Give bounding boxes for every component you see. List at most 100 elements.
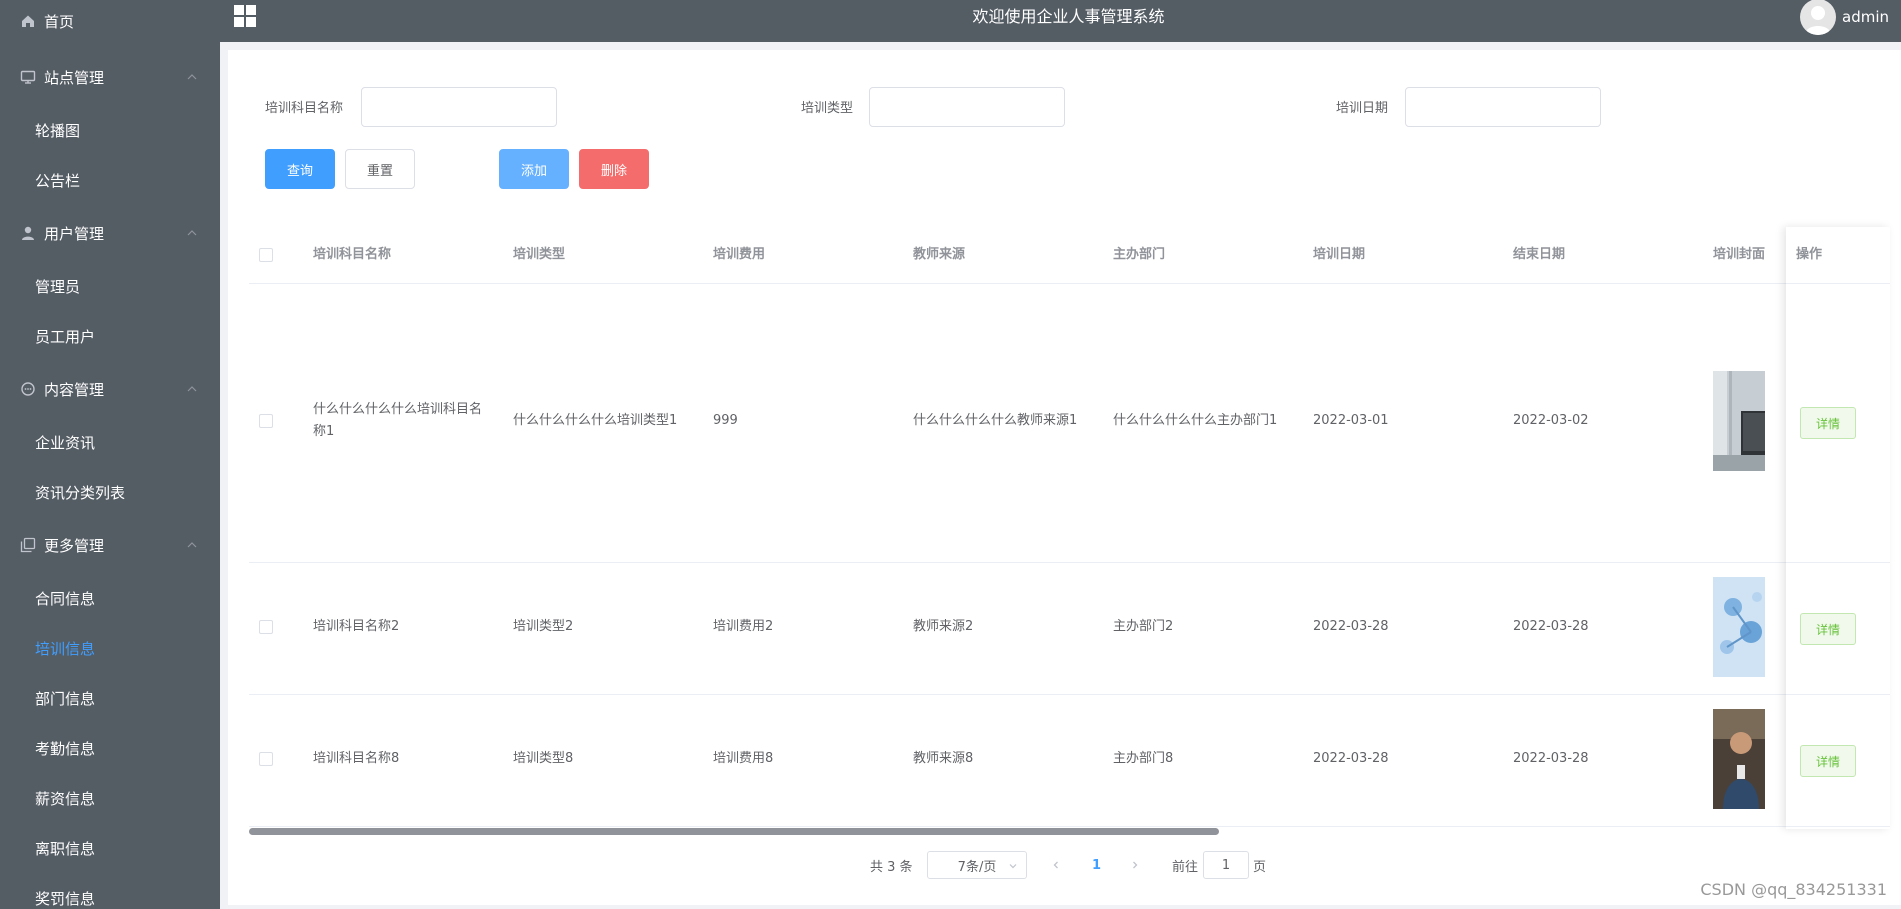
search-name-input[interactable] (361, 87, 557, 127)
column-header[interactable]: 主办部门 (1113, 227, 1165, 283)
sidebar-item-department[interactable]: 部门信息 (0, 673, 220, 723)
detail-button[interactable]: 详情 (1800, 745, 1856, 777)
column-header[interactable]: 教师来源 (913, 227, 965, 283)
cell-fee: 999 (713, 413, 738, 428)
chevron-down-icon (1009, 864, 1017, 869)
row-checkbox[interactable] (259, 620, 273, 634)
cell-fee: 培训费用2 (713, 619, 774, 634)
sidebar-item-news-category[interactable]: 资讯分类列表 (0, 467, 220, 517)
sidebar-item-label: 考勤信息 (35, 739, 96, 758)
copy-icon (20, 537, 36, 553)
column-header[interactable]: 培训类型 (513, 227, 565, 283)
cell-start-date: 2022-03-01 (1313, 413, 1389, 428)
prev-page-icon[interactable] (1051, 860, 1061, 870)
user-menu[interactable]: admin (1800, 0, 1889, 35)
delete-button[interactable]: 删除 (579, 149, 649, 189)
cell-type: 培训类型8 (513, 751, 574, 766)
sidebar-item-admin[interactable]: 管理员 (0, 261, 220, 311)
search-date-input[interactable] (1405, 87, 1601, 127)
row-divider (249, 283, 1890, 284)
cell-fee: 培训费用8 (713, 751, 774, 766)
cell-type: 培训类型2 (513, 619, 574, 634)
column-header: 操作 (1796, 247, 1823, 262)
sidebar-item-training[interactable]: 培训信息 (0, 623, 220, 673)
cell-teacher: 教师来源8 (913, 751, 974, 766)
cell-name: 培训科目名称8 (313, 751, 400, 766)
sidebar-item-label: 培训信息 (35, 639, 96, 658)
sidebar-item-label: 部门信息 (35, 689, 96, 708)
column-header[interactable]: 培训封面 (1713, 227, 1765, 283)
detail-button[interactable]: 详情 (1800, 613, 1856, 645)
column-header[interactable]: 培训科目名称 (313, 227, 391, 283)
sidebar-item-label: 员工用户 (35, 327, 96, 346)
horizontal-scrollbar[interactable] (249, 828, 1219, 835)
page-size-value: 7条/页 (957, 859, 997, 875)
row-checkbox[interactable] (259, 752, 273, 766)
sidebar-item-carousel[interactable]: 轮播图 (0, 105, 220, 155)
chat-icon (20, 381, 36, 397)
search-type-label: 培训类型 (801, 101, 854, 116)
top-bar: 欢迎使用企业人事管理系统 admin (220, 0, 1901, 42)
sidebar-item-label: 站点管理 (44, 68, 105, 87)
row-divider (249, 562, 1890, 563)
goto-label: 前往 (1172, 859, 1199, 875)
cell-start-date: 2022-03-28 (1313, 619, 1389, 634)
action-column: 操作 详情 详情 详情 (1786, 227, 1890, 829)
cell-name: 什么什么什么什么培训科目名称1 (313, 402, 483, 439)
column-header[interactable]: 结束日期 (1513, 227, 1565, 283)
cell-type: 什么什么什么什么培训类型1 (513, 413, 678, 428)
add-button[interactable]: 添加 (499, 149, 569, 189)
sidebar-item-salary[interactable]: 薪资信息 (0, 773, 220, 823)
cover-image (1713, 371, 1765, 471)
row-divider (249, 826, 1890, 827)
sidebar-item-label: 管理员 (35, 277, 81, 296)
pagination-total: 共 3 条 (870, 859, 913, 875)
sidebar-item-label: 薪资信息 (35, 789, 96, 808)
sidebar-item-reward-penalty[interactable]: 奖罚信息 (0, 873, 220, 909)
username: admin (1842, 8, 1889, 26)
goto-suffix: 页 (1253, 859, 1267, 875)
sidebar-item-contract[interactable]: 合同信息 (0, 573, 220, 623)
sidebar-item-resignation[interactable]: 离职信息 (0, 823, 220, 873)
sidebar-item-users[interactable]: 用户管理 (0, 208, 220, 258)
sidebar-item-label: 奖罚信息 (35, 889, 96, 908)
goto-page-input[interactable] (1203, 851, 1249, 879)
sidebar-item-employee[interactable]: 员工用户 (0, 311, 220, 361)
sidebar-item-notice[interactable]: 公告栏 (0, 155, 220, 205)
column-header[interactable]: 培训日期 (1313, 227, 1365, 283)
reset-button[interactable]: 重置 (345, 149, 415, 189)
column-header[interactable]: 培训费用 (713, 227, 765, 283)
select-all-checkbox[interactable] (259, 248, 273, 262)
chevron-up-icon (187, 74, 197, 80)
sidebar-item-news[interactable]: 企业资讯 (0, 417, 220, 467)
search-type-input[interactable] (869, 87, 1065, 127)
avatar (1800, 0, 1836, 35)
sidebar-item-attendance[interactable]: 考勤信息 (0, 723, 220, 773)
cell-dept: 主办部门8 (1113, 751, 1174, 766)
sidebar-item-site[interactable]: 站点管理 (0, 52, 220, 102)
row-checkbox[interactable] (259, 414, 273, 428)
page-size-select[interactable]: 7条/页 (927, 851, 1027, 879)
cell-end-date: 2022-03-28 (1513, 751, 1589, 766)
current-page[interactable]: 1 (1092, 850, 1101, 880)
training-table: 培训科目名称 培训类型 培训费用 教师来源 主办部门 培训日期 结束日期 培训封… (249, 227, 1890, 887)
chevron-up-icon (187, 542, 197, 548)
query-button[interactable]: 查询 (265, 149, 335, 189)
row-divider (249, 694, 1890, 695)
row-divider (1786, 562, 1890, 563)
detail-button[interactable]: 详情 (1800, 407, 1856, 439)
cell-start-date: 2022-03-28 (1313, 751, 1389, 766)
cover-image (1713, 709, 1765, 809)
chevron-up-icon (187, 386, 197, 392)
user-icon (20, 225, 36, 241)
search-date-label: 培训日期 (1336, 101, 1389, 116)
sidebar-item-content[interactable]: 内容管理 (0, 364, 220, 414)
sidebar-item-label: 首页 (44, 12, 75, 31)
sidebar-item-home[interactable]: 首页 (0, 0, 220, 46)
row-divider (1786, 826, 1890, 827)
search-name-label: 培训科目名称 (265, 101, 344, 116)
sidebar-item-more[interactable]: 更多管理 (0, 520, 220, 570)
page-title: 欢迎使用企业人事管理系统 (972, 7, 1165, 26)
cell-dept: 主办部门2 (1113, 619, 1174, 634)
next-page-icon[interactable] (1130, 860, 1140, 870)
